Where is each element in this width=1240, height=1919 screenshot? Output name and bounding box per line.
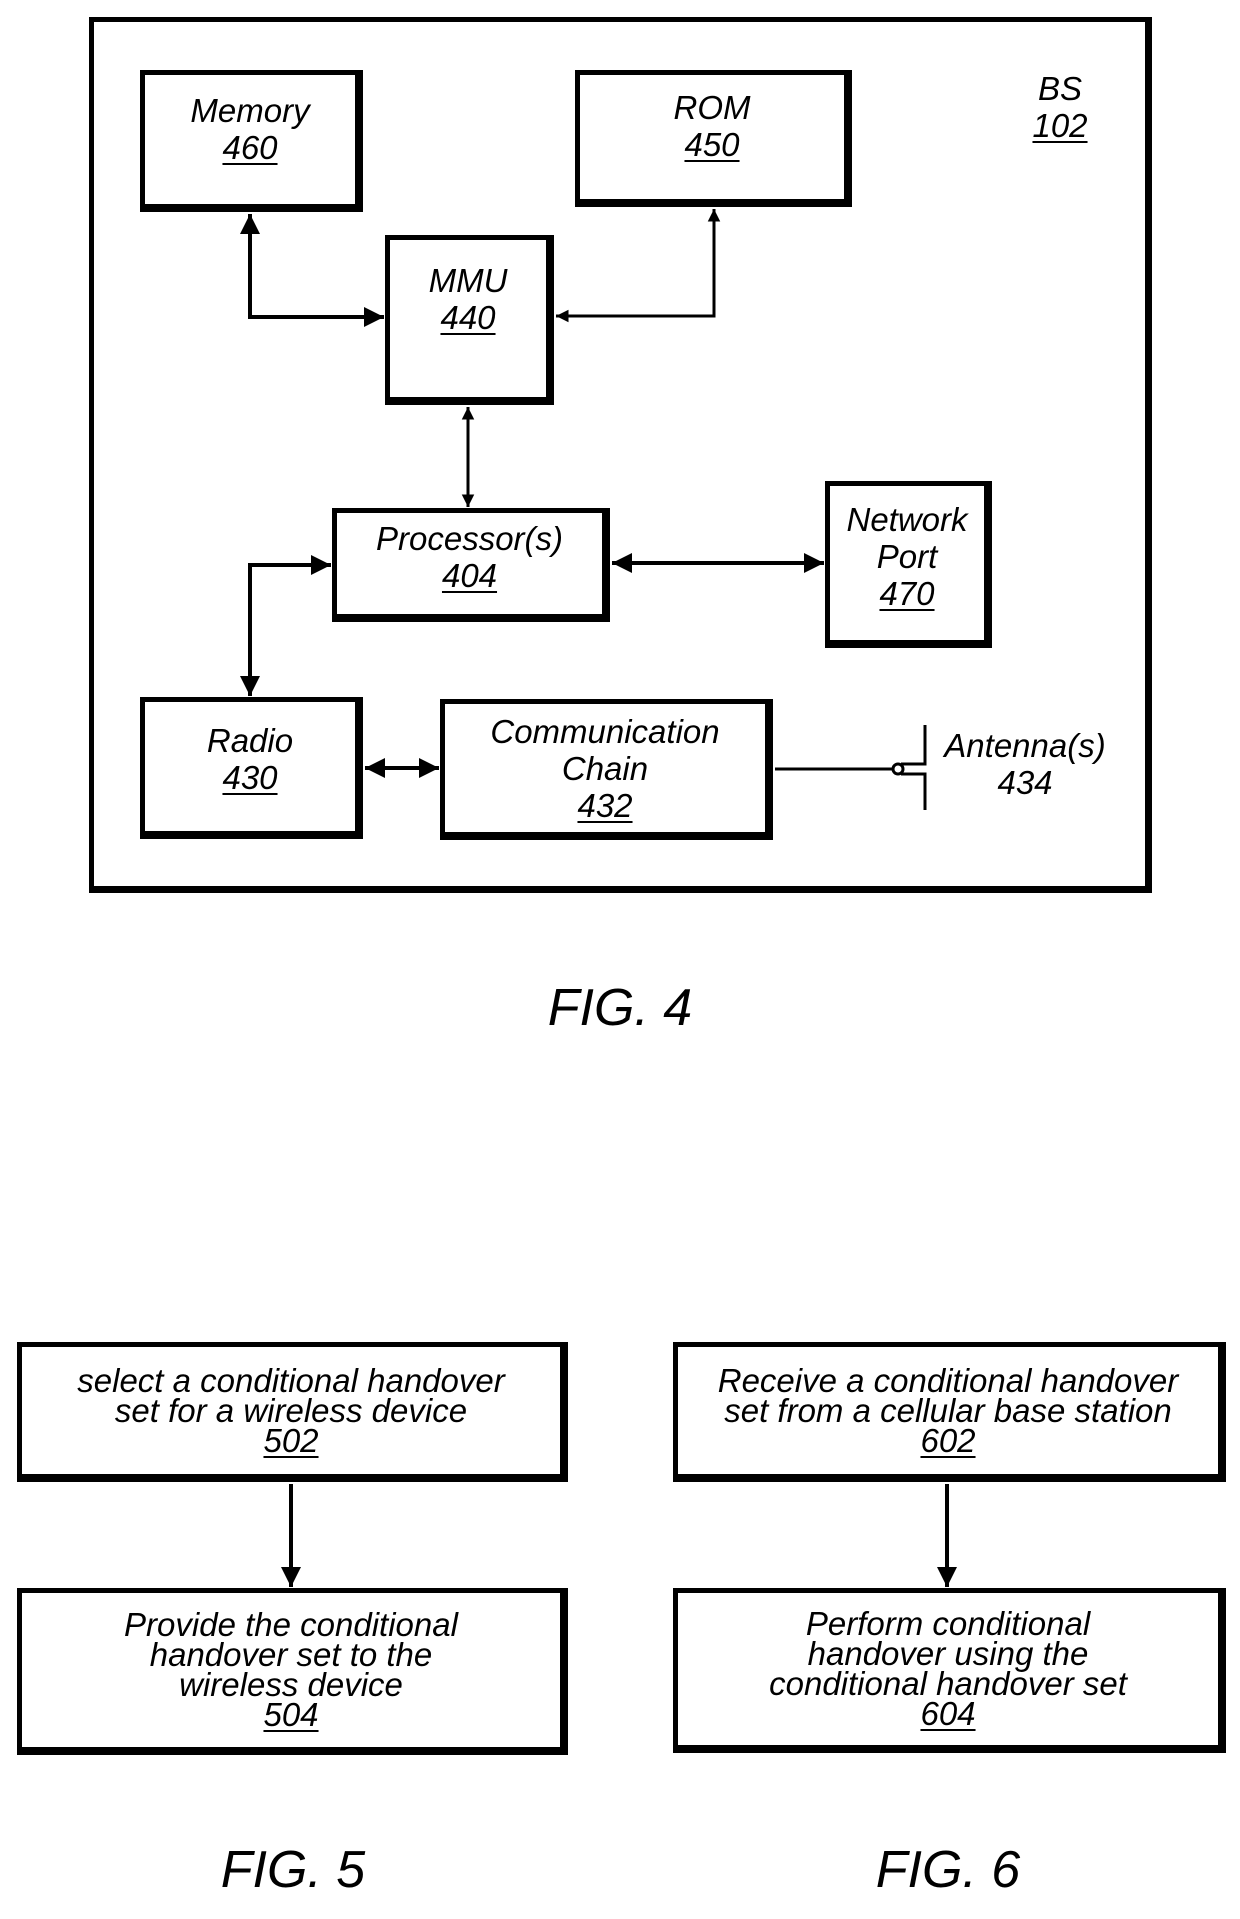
- patent-drawing-sheet: BS 102 Memory 460 ROM 450 MMU 440 Proces…: [0, 0, 1240, 1919]
- connector-layer: [240, 209, 957, 1587]
- processor-radio-connector: [240, 555, 331, 696]
- antenna-icon: [891, 725, 927, 810]
- memory-mmu-connector: [240, 214, 384, 327]
- rom-mmu-connector: [556, 209, 721, 323]
